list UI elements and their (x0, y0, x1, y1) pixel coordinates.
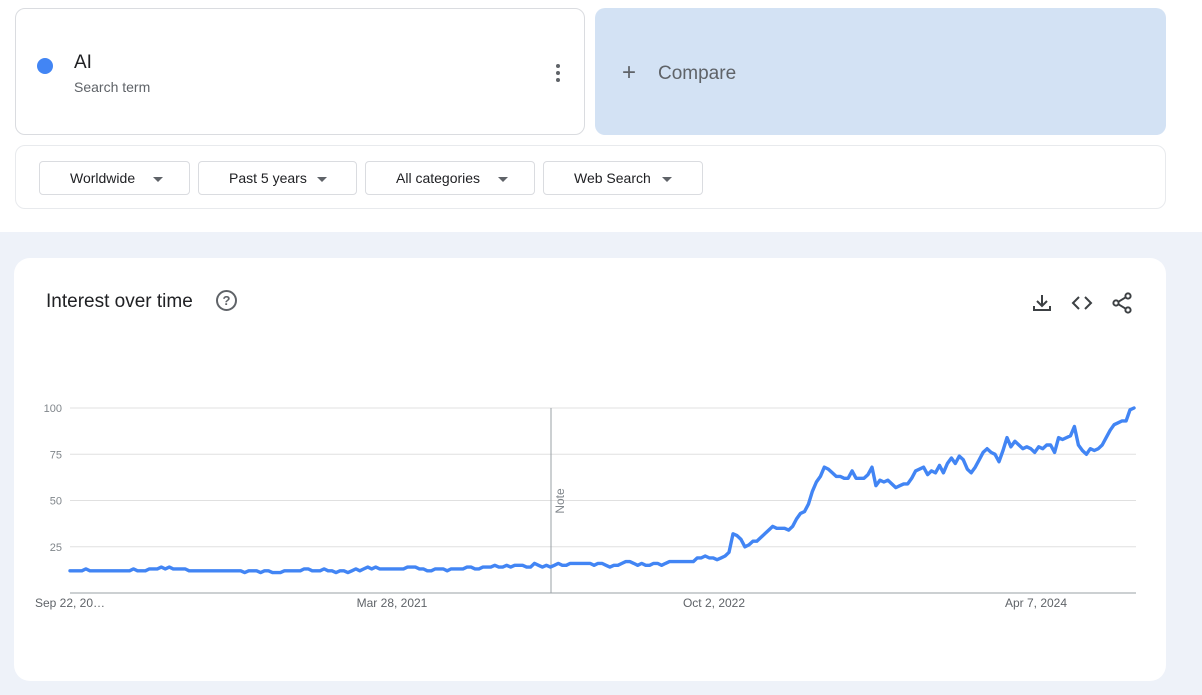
dropdown-arrow-icon (317, 177, 327, 182)
term-color-dot (37, 58, 53, 74)
y-tick-label: 100 (44, 403, 62, 415)
compare-button[interactable]: + Compare (595, 8, 1166, 135)
share-icon[interactable] (1110, 291, 1134, 315)
category-filter-label: All categories (396, 170, 481, 186)
y-tick-label: 50 (50, 496, 62, 508)
search-type-filter-label: Web Search (574, 170, 651, 186)
y-tick-label: 25 (50, 542, 62, 554)
x-tick-label: Sep 22, 20… (35, 596, 105, 610)
interest-line-chart: 25 50 75 100 Sep 22, 20… Mar 28, 2021 Oct 2, … (35, 403, 1136, 610)
region-filter-label: Worldwide (70, 170, 136, 186)
filters-bar: Worldwide Past 5 years All categories We… (15, 145, 1166, 209)
series-line-ai (68, 406, 1136, 575)
search-term-card[interactable]: AI Search term (15, 8, 585, 135)
embed-code-icon[interactable] (1070, 291, 1094, 315)
x-tick-label: Mar 28, 2021 (357, 596, 428, 610)
interest-over-time-card: Interest over time ? 25 50 75 100 Sep 22, 2… (14, 258, 1166, 681)
x-tick-label: Oct 2, 2022 (683, 596, 745, 610)
dropdown-arrow-icon (153, 177, 163, 182)
y-tick-label: 75 (50, 449, 62, 461)
plus-icon: + (622, 59, 637, 86)
help-icon[interactable]: ? (216, 290, 237, 311)
category-filter[interactable]: All categories (365, 161, 535, 195)
dropdown-arrow-icon (662, 177, 672, 182)
time-range-filter[interactable]: Past 5 years (198, 161, 357, 195)
x-tick-label: Apr 7, 2024 (1005, 596, 1067, 610)
chart-title: Interest over time (46, 291, 193, 312)
dropdown-arrow-icon (498, 177, 508, 182)
search-term-subtitle: Search term (74, 79, 151, 95)
region-filter[interactable]: Worldwide (39, 161, 190, 195)
search-type-filter[interactable]: Web Search (543, 161, 703, 195)
more-vert-icon[interactable] (546, 61, 570, 85)
compare-label: Compare (658, 63, 737, 84)
search-term-name[interactable]: AI (74, 52, 92, 74)
download-icon[interactable] (1030, 291, 1054, 315)
time-range-filter-label: Past 5 years (229, 170, 307, 186)
note-label: Note (553, 488, 567, 514)
